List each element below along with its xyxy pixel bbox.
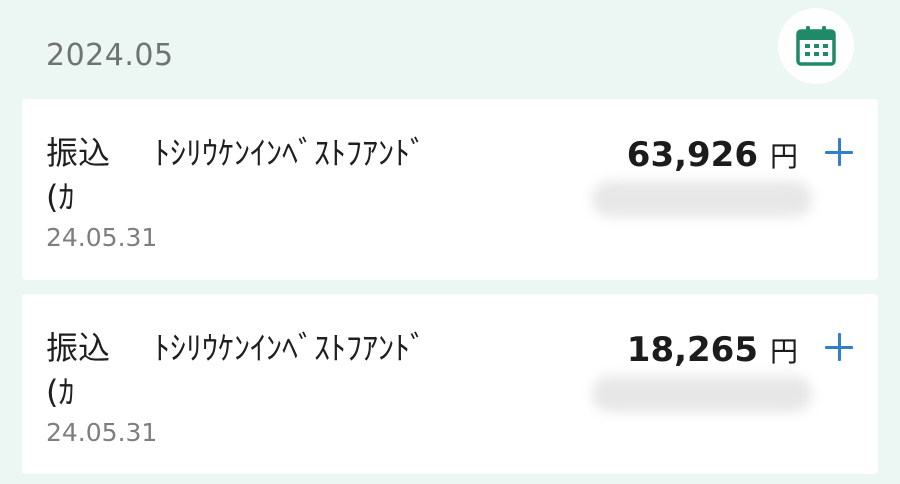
plus-icon[interactable] xyxy=(822,135,856,169)
currency-label: 円 xyxy=(769,335,798,368)
payee-name: ﾄｼﾘｳｹﾝｲﾝﾍﾞｽﾄﾌｱﾝﾄﾞ xyxy=(154,134,427,172)
transaction-amount: 63,926 xyxy=(626,135,758,175)
calendar-button[interactable] xyxy=(778,8,854,84)
redacted-balance xyxy=(592,376,812,412)
currency-label: 円 xyxy=(769,140,798,173)
transaction-description: 振込 ﾄｼﾘｳｹﾝｲﾝﾍﾞｽﾄﾌｱﾝﾄﾞ (ｶ xyxy=(46,131,516,219)
transaction-description: 振込 ﾄｼﾘｳｹﾝｲﾝﾍﾞｽﾄﾌｱﾝﾄﾞ (ｶ xyxy=(46,326,516,414)
amount-group: 63,926 円 xyxy=(627,135,798,175)
amount-group: 18,265 円 xyxy=(627,330,798,370)
calendar-icon xyxy=(796,26,836,66)
transaction-card[interactable]: 振込 ﾄｼﾘｳｹﾝｲﾝﾍﾞｽﾄﾌｱﾝﾄﾞ (ｶ 24.05.31 63,926 円 xyxy=(22,99,878,280)
payee-name-continued: (ｶ xyxy=(46,373,75,411)
transaction-type: 振込 xyxy=(46,329,111,367)
redacted-balance xyxy=(592,181,812,217)
month-label: 2024.05 xyxy=(46,38,174,73)
payee-name: ﾄｼﾘｳｹﾝｲﾝﾍﾞｽﾄﾌｱﾝﾄﾞ xyxy=(154,329,427,367)
transaction-card[interactable]: 振込 ﾄｼﾘｳｹﾝｲﾝﾍﾞｽﾄﾌｱﾝﾄﾞ (ｶ 24.05.31 18,265 円 xyxy=(22,294,878,474)
payee-name-continued: (ｶ xyxy=(46,178,75,216)
plus-icon[interactable] xyxy=(822,330,856,364)
transaction-amount: 18,265 xyxy=(626,330,758,370)
transaction-type: 振込 xyxy=(46,134,111,172)
transaction-date: 24.05.31 xyxy=(46,418,158,447)
transaction-date: 24.05.31 xyxy=(46,223,158,252)
